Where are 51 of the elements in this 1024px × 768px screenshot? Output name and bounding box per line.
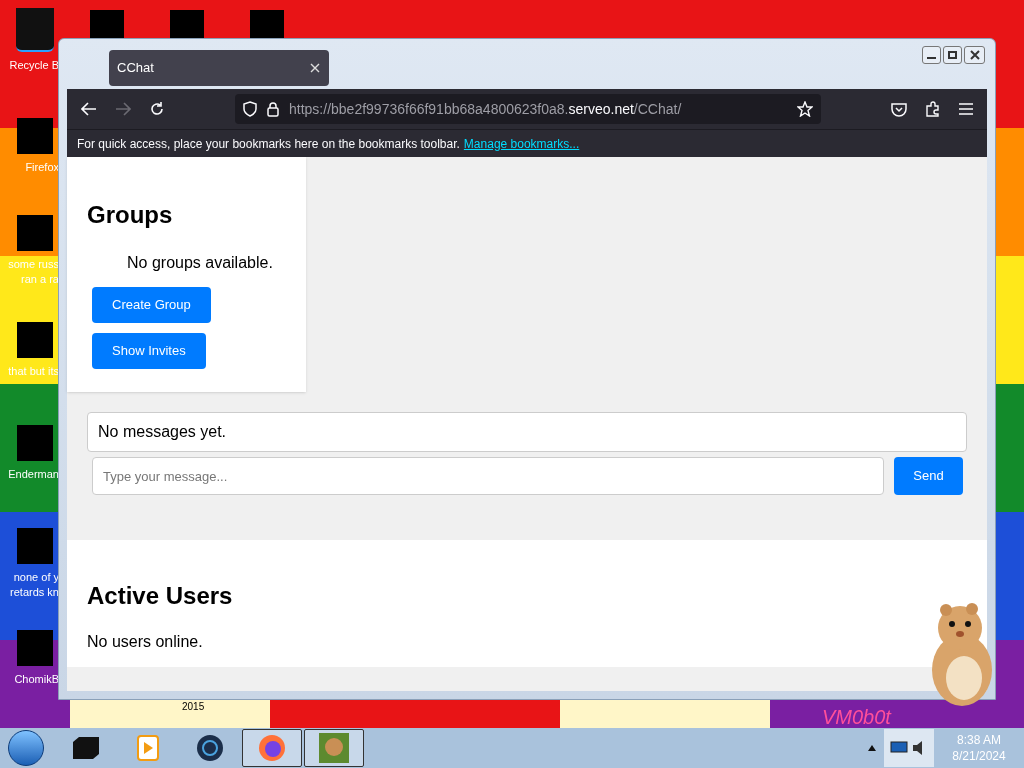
- terminal-icon: [71, 736, 101, 760]
- desktop-icon[interactable]: [170, 10, 204, 40]
- desktop-icon-label: ChomikB: [13, 672, 59, 687]
- play-icon: [137, 735, 159, 761]
- globe-icon: [196, 734, 224, 762]
- groups-heading: Groups: [87, 200, 174, 230]
- messages-box: No messages yet.: [87, 412, 967, 452]
- desktop-icon-label: Enderman: [7, 467, 59, 482]
- empty-groups-text: No groups available.: [127, 253, 274, 273]
- desktop-icon-label: that but its: [7, 364, 59, 379]
- start-button[interactable]: [8, 730, 44, 766]
- wallpaper-text: VM0b0t: [822, 705, 891, 730]
- desktop-icon[interactable]: [90, 10, 124, 40]
- desktop-icon-label: Recycle B: [8, 58, 59, 73]
- desktop-icon[interactable]: [16, 8, 54, 52]
- send-button[interactable]: Send: [894, 457, 963, 495]
- show-hidden-icons-icon[interactable]: [868, 745, 876, 751]
- desktop-icon[interactable]: [250, 10, 284, 40]
- lock-icon[interactable]: [267, 101, 279, 117]
- menu-icon[interactable]: [959, 103, 973, 115]
- maximize-button[interactable]: [943, 46, 962, 64]
- monitor-icon[interactable]: [890, 741, 908, 755]
- puzzle-icon[interactable]: [925, 101, 941, 117]
- browser-tab[interactable]: CChat: [109, 50, 329, 86]
- reload-icon[interactable]: [149, 101, 165, 117]
- shield-icon[interactable]: [243, 101, 257, 117]
- close-icon[interactable]: [309, 62, 321, 74]
- address-bar[interactable]: https://bbe2f99736f66f91bb68a4800623f0a8.serveo.net/CChat/: [235, 94, 821, 124]
- star-icon[interactable]: [797, 101, 813, 117]
- manage-bookmarks-link[interactable]: Manage bookmarks...: [463, 134, 580, 153]
- users-heading: Active Users: [87, 581, 234, 611]
- wallpaper-text: 2015: [182, 700, 205, 714]
- message-input[interactable]: Type your message...: [92, 457, 884, 495]
- taskbar-button[interactable]: [304, 729, 364, 767]
- pocket-icon[interactable]: [891, 101, 907, 117]
- clock-time: 8:38 AM: [957, 732, 1001, 748]
- empty-users-text: No users online.: [87, 632, 204, 652]
- close-icon: [969, 50, 980, 60]
- minimize-button[interactable]: [922, 46, 941, 64]
- url-text: https://bbe2f99736f66f91bb68a4800623f0a8.serveo.net/CChat/: [289, 99, 683, 119]
- bookmarks-hint: For quick access, place your bookmarks here on the bookmarks toolbar.: [77, 135, 460, 153]
- back-icon[interactable]: [81, 102, 97, 116]
- group-action-button[interactable]: Show Invites: [92, 333, 206, 369]
- forward-icon[interactable]: [115, 102, 131, 116]
- desktop-icon-label: Firefox: [24, 160, 59, 175]
- close-button[interactable]: [964, 46, 985, 64]
- firefox-icon: [258, 734, 286, 762]
- taskbar-button[interactable]: [242, 729, 302, 767]
- clock-date: 8/21/2024: [952, 748, 1006, 764]
- desktop-icon-label: some russ ran a ra: [7, 257, 59, 287]
- group-action-button[interactable]: Create Group: [92, 287, 211, 323]
